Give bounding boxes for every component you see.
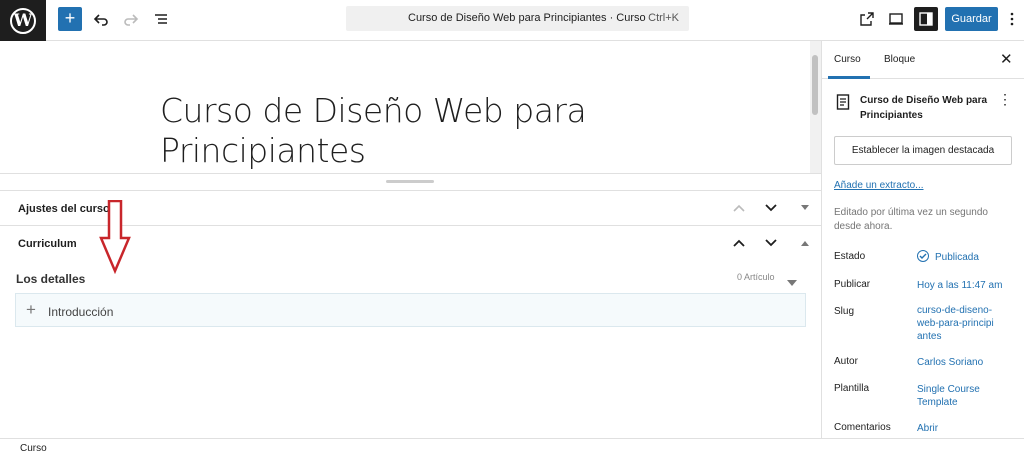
sidebar-icon — [919, 12, 933, 26]
section-title: Los detalles — [16, 272, 86, 286]
comments-label: Comentarios — [834, 422, 891, 433]
tab-bloque[interactable]: Bloque — [884, 54, 915, 65]
editor-toolbar: W + Curso de Diseño Web para Principiant… — [0, 0, 1024, 41]
settings-sidebar: Curso Bloque ✕ Curso de Diseño Web para … — [821, 41, 1024, 438]
author-value[interactable]: Carlos Soriano — [917, 356, 1007, 369]
post-actions-icon[interactable]: ⋮ — [998, 91, 1012, 108]
post-title-line-1: Curso de Diseño Web para — [160, 91, 587, 130]
slug-value[interactable]: curso-de-diseno-web-para-principiantes — [917, 304, 997, 343]
editor-scrollbar[interactable] — [810, 41, 821, 174]
add-block-button[interactable]: + — [58, 7, 82, 31]
active-tab-indicator — [828, 76, 870, 79]
command-palette-bar[interactable]: Curso de Diseño Web para Principiantes ·… — [346, 6, 689, 31]
toggle-panel-icon[interactable] — [797, 235, 813, 251]
lesson-count: 0 Artículo — [737, 272, 775, 282]
last-edited-text: Editado por última vez un segundo desde … — [834, 207, 988, 232]
breadcrumb[interactable]: Curso — [20, 443, 47, 454]
publish-value[interactable]: Hoy a las 11:47 am — [917, 279, 1007, 292]
external-link-icon[interactable] — [855, 7, 879, 31]
scrollbar-thumb[interactable] — [812, 55, 818, 115]
undo-icon[interactable] — [89, 7, 113, 31]
move-up-icon[interactable] — [731, 235, 747, 251]
move-down-icon[interactable] — [763, 200, 779, 216]
resize-grip[interactable] — [386, 180, 434, 183]
toggle-panel-icon[interactable] — [797, 200, 813, 216]
comments-value[interactable]: Abrir — [917, 422, 1007, 435]
post-title-line-2: Principiantes — [160, 131, 366, 170]
wordpress-icon: W — [10, 7, 36, 34]
post-title[interactable]: Curso de Diseño Web para Principiantes — [160, 91, 587, 171]
save-button[interactable]: Guardar — [945, 7, 998, 31]
document-icon — [836, 94, 850, 110]
lesson-name: Introducción — [48, 305, 114, 319]
post-name: Curso de Diseño Web para Principiantes — [860, 95, 988, 121]
annotation-arrow-icon — [99, 200, 131, 274]
template-label: Plantilla — [834, 383, 870, 394]
add-excerpt-link[interactable]: Añade un extracto... — [834, 180, 924, 191]
tab-curso[interactable]: Curso — [834, 54, 861, 65]
block-breadcrumb-bar: Curso — [0, 438, 1024, 456]
template-value[interactable]: Single Course Template — [917, 383, 987, 409]
move-up-icon[interactable] — [731, 200, 747, 216]
command-title: Curso de Diseño Web para Principiantes ·… — [408, 12, 646, 24]
toggle-settings-sidebar-button[interactable] — [914, 7, 938, 31]
course-settings-label: Ajustes del curso — [18, 203, 110, 215]
author-label: Autor — [834, 356, 858, 367]
preview-device-icon[interactable] — [884, 7, 908, 31]
section-collapse-icon[interactable] — [787, 274, 797, 292]
list-item[interactable]: + Introducción — [15, 293, 806, 327]
move-down-icon[interactable] — [763, 235, 779, 251]
curriculum-label: Curriculum — [18, 238, 77, 250]
expand-plus-icon[interactable]: + — [26, 300, 36, 320]
slug-label: Slug — [834, 306, 855, 317]
status-value[interactable]: Publicada — [935, 251, 1024, 264]
shortcut-hint: Ctrl+K — [648, 12, 679, 24]
published-check-icon — [917, 250, 929, 262]
meta-boxes-resize-handle[interactable] — [0, 173, 821, 190]
editor-canvas: Curso de Diseño Web para Principiantes — [0, 41, 808, 173]
document-overview-icon[interactable] — [149, 7, 173, 31]
sidebar-tabs: Curso Bloque ✕ — [822, 41, 1024, 79]
publish-label: Publicar — [834, 279, 871, 290]
status-label: Estado — [834, 251, 866, 262]
set-featured-image-button[interactable]: Establecer la imagen destacada — [834, 136, 1012, 165]
options-menu-icon[interactable] — [1004, 7, 1020, 31]
close-icon[interactable]: ✕ — [1000, 50, 1013, 68]
redo-icon[interactable] — [119, 7, 143, 31]
wordpress-logo[interactable]: W — [0, 0, 46, 41]
